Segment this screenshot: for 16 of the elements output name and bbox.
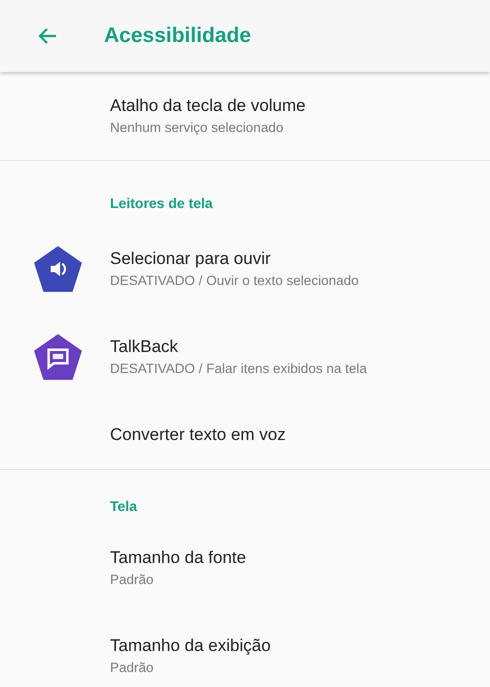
setting-title[interactable]: Tamanho da fonte <box>110 546 246 570</box>
section-header: Tela <box>110 498 137 514</box>
screen-title: Acessibilidade <box>104 24 252 48</box>
chat-bubble-icon <box>32 332 84 382</box>
setting-title[interactable]: Converter texto em voz <box>110 423 286 447</box>
setting-title[interactable]: Atalho da tecla de volume <box>110 94 306 118</box>
setting-summary: Padrão <box>110 659 155 677</box>
setting-title[interactable]: Selecionar para ouvir <box>110 247 359 271</box>
setting-title[interactable]: Tamanho da exibição <box>110 634 271 658</box>
setting-summary: Padrão <box>110 571 155 589</box>
setting-summary: DESATIVADO / Falar itens exibidos na tela <box>110 360 367 378</box>
section-header: Leitores de tela <box>110 195 213 211</box>
setting-summary: Nenhum serviço selecionado <box>110 119 284 137</box>
setting-title[interactable]: TalkBack <box>110 335 367 359</box>
speaker-icon <box>32 244 84 294</box>
setting-summary: DESATIVADO / Ouvir o texto selecionado <box>110 272 359 290</box>
